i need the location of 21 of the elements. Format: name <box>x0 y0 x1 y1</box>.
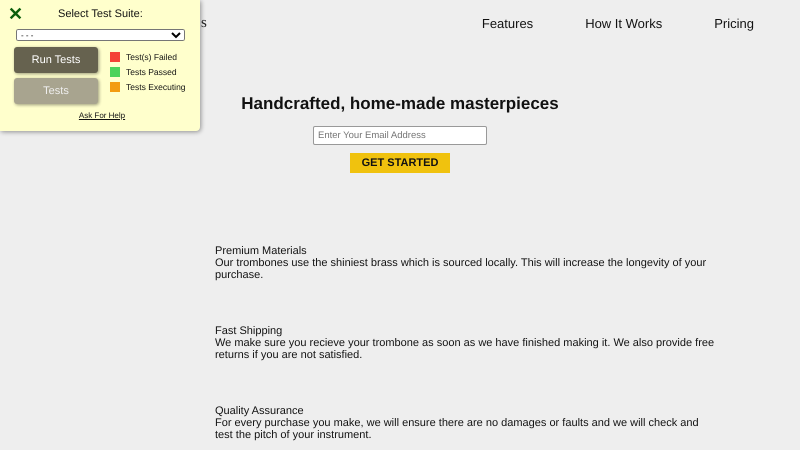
logo-text[interactable]: s <box>201 14 207 32</box>
nav-link[interactable]: Features <box>456 16 560 30</box>
legend-label: Test(s) Failed <box>126 52 178 62</box>
feature-title: Premium Materials <box>215 245 308 257</box>
nav-link[interactable]: How It Works <box>559 16 688 30</box>
feature-text: We make sure you recieve your trombone as soon as we have finished making it. We also provide free returns if you are not satisfied. <box>215 337 715 361</box>
feature-text: Our trombones use the shiniest brass which is sourced locally. This will increase the longevity of your purchase. <box>215 257 708 281</box>
test-button[interactable]: Run Tests <box>14 47 98 73</box>
email-field[interactable]: Enter Your Email Address <box>313 126 487 145</box>
suite-select[interactable]: - - - <box>16 29 185 41</box>
legend-label: Tests Executing <box>126 82 186 92</box>
suite-label: Select Test Suite: <box>58 8 143 20</box>
close-icon[interactable]: ✕ <box>8 5 23 23</box>
nav-link[interactable]: Pricing <box>688 16 780 30</box>
feature-title: Quality Assurance <box>215 405 305 417</box>
help-link[interactable]: Ask For Help <box>0 111 186 120</box>
feature-title: Fast Shipping <box>215 325 284 337</box>
get-started-button[interactable]: GET STARTED <box>350 153 450 173</box>
hero-title: Handcrafted, home-made masterpieces <box>241 94 559 114</box>
feature-text: For every purchase you make, we will ensure there are no damages or faults and we will check and test the pitch of your instrument. <box>215 417 700 441</box>
legend-label: Tests Passed <box>126 67 177 77</box>
